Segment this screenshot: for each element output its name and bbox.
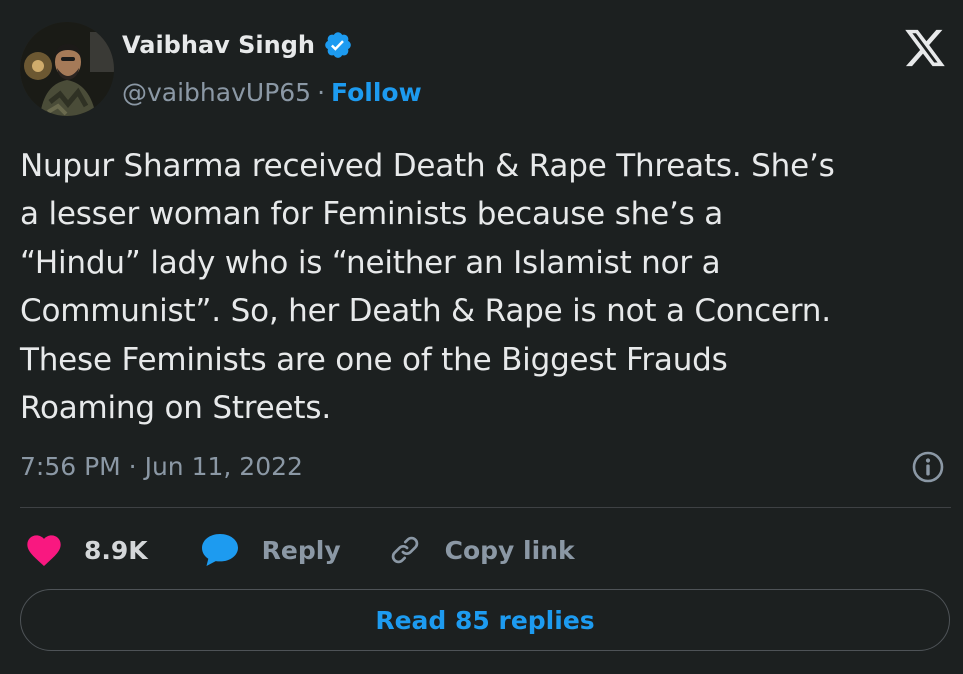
author-name[interactable]: Vaibhav Singh (122, 31, 315, 59)
reply-button[interactable]: Reply (200, 532, 341, 568)
author-handle-row: @vaibhavUP65 · Follow (122, 78, 422, 107)
read-replies-button[interactable]: Read 85 replies (20, 589, 950, 651)
avatar-image (20, 22, 114, 116)
author-name-row: Vaibhav Singh (122, 30, 353, 60)
tweet-line: Communist”. So, her Death & Rape is not … (20, 293, 831, 330)
copy-link-label: Copy link (444, 535, 575, 565)
x-logo-icon[interactable] (903, 28, 947, 68)
tweet-line: Nupur Sharma received Death & Rape Threa… (20, 148, 835, 184)
separator-dot: · (317, 78, 326, 107)
author-handle[interactable]: @vaibhavUP65 (122, 78, 311, 107)
copy-link-button[interactable]: Copy link (387, 532, 575, 568)
divider (20, 507, 951, 508)
link-icon (387, 532, 423, 568)
tweet-line: a lesser woman for Feminists because she… (20, 196, 724, 233)
read-replies-label: Read 85 replies (375, 605, 595, 635)
reply-label: Reply (261, 535, 341, 565)
follow-button[interactable]: Follow (331, 78, 422, 107)
info-icon[interactable] (911, 450, 945, 484)
like-count: 8.9K (84, 535, 148, 565)
tweet-line: Roaming on Streets. (20, 390, 331, 427)
heart-icon (24, 530, 64, 570)
speech-bubble-icon (200, 532, 240, 568)
tweet-line: “Hindu” lady who is “neither an Islamist… (20, 244, 721, 281)
like-button[interactable]: 8.9K (24, 530, 148, 570)
tweet-text: Nupur Sharma received Death & Rape Threa… (20, 142, 950, 432)
avatar[interactable] (20, 22, 114, 116)
verified-badge-icon (323, 30, 353, 60)
tweet-line: These Feminists are one of the Biggest F… (20, 341, 728, 378)
tweet-timestamp[interactable]: 7:56 PM · Jun 11, 2022 (20, 452, 303, 481)
action-bar: 8.9K Reply Copy link (24, 530, 575, 570)
